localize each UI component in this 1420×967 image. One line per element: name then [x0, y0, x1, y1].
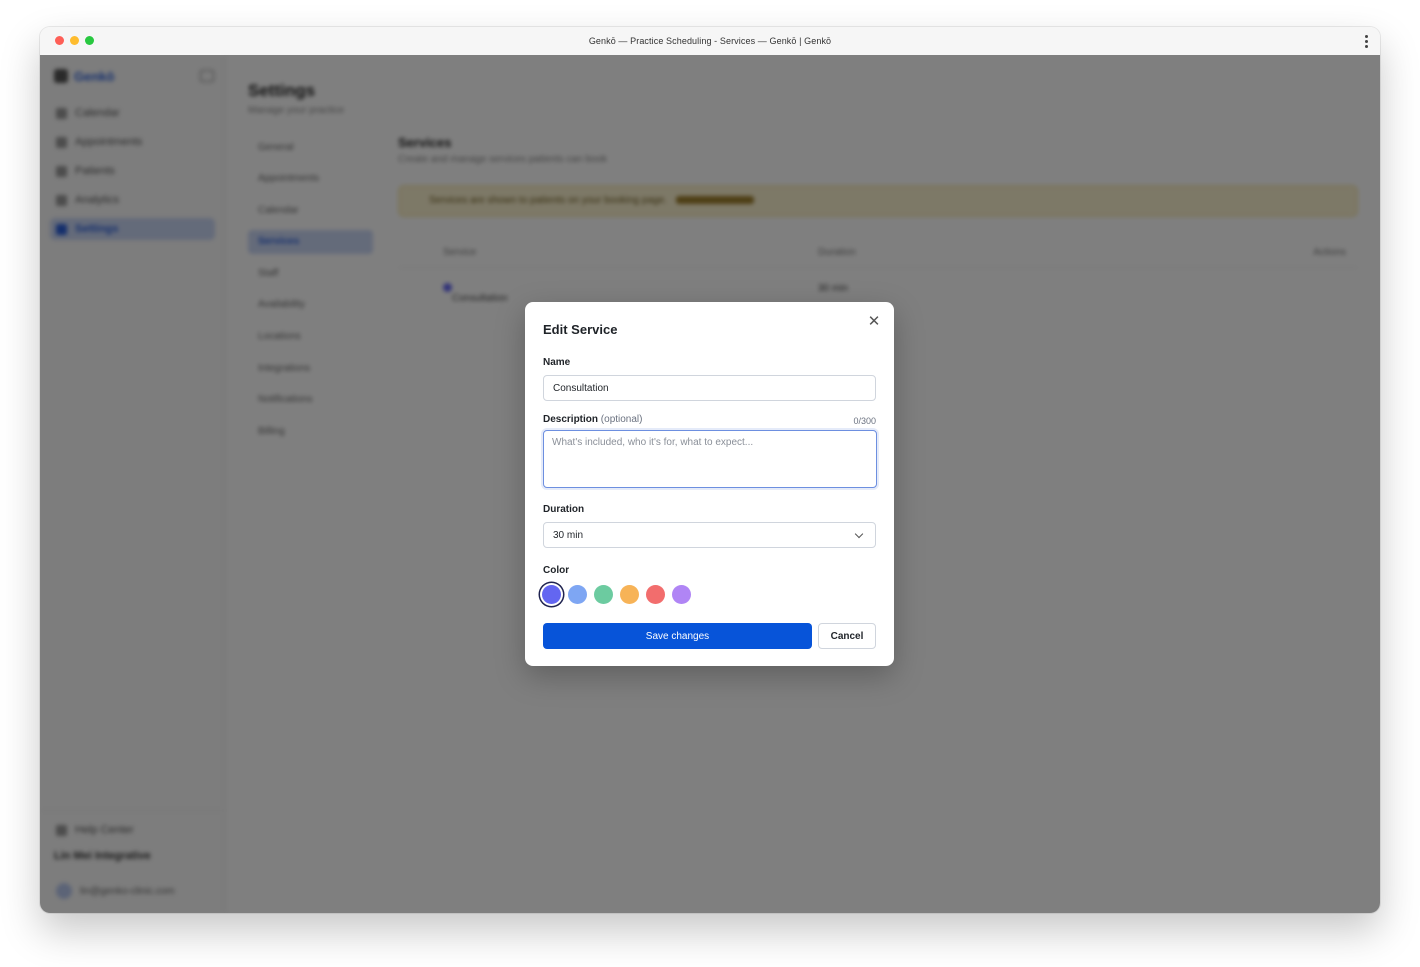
window-controls: [55, 36, 94, 45]
duration-select[interactable]: 30 min: [543, 522, 876, 548]
color-swatch-red[interactable]: [646, 585, 665, 604]
minimize-window-button[interactable]: [70, 36, 79, 45]
edit-service-dialog: Edit Service ✕ Name Description (optiona…: [525, 302, 894, 666]
color-swatch-blue[interactable]: [568, 585, 587, 604]
duration-label: Duration: [543, 504, 585, 515]
title-bar: Genkō — Practice Scheduling - Services —…: [40, 27, 1380, 56]
optional-hint: (optional): [600, 414, 643, 425]
more-options-icon[interactable]: [1365, 35, 1368, 48]
name-input[interactable]: [543, 375, 876, 401]
color-swatch-green[interactable]: [594, 585, 613, 604]
color-label: Color: [543, 565, 570, 576]
color-swatch-indigo[interactable]: [542, 585, 561, 604]
dialog-title: Edit Service: [543, 322, 618, 337]
description-label: Description (optional): [543, 414, 643, 425]
chevron-down-icon: [854, 529, 864, 538]
name-label: Name: [543, 357, 571, 368]
color-swatch-orange[interactable]: [620, 585, 639, 604]
cancel-button[interactable]: Cancel: [818, 623, 876, 649]
close-icon[interactable]: ✕: [866, 314, 882, 330]
description-label-text: Description: [543, 414, 599, 425]
app-area: Genkō Calendar Appointments Patients Ana…: [40, 55, 1380, 913]
color-picker: [542, 585, 691, 604]
description-textarea[interactable]: [543, 430, 877, 488]
window-title: Genkō — Practice Scheduling - Services —…: [588, 36, 832, 46]
duration-value: 30 min: [553, 529, 584, 541]
browser-window: Genkō — Practice Scheduling - Services —…: [40, 27, 1380, 913]
close-window-button[interactable]: [55, 36, 64, 45]
color-swatch-purple[interactable]: [672, 585, 691, 604]
character-counter: 0/300: [853, 416, 876, 426]
maximize-window-button[interactable]: [85, 36, 94, 45]
save-changes-button[interactable]: Save changes: [543, 623, 812, 649]
